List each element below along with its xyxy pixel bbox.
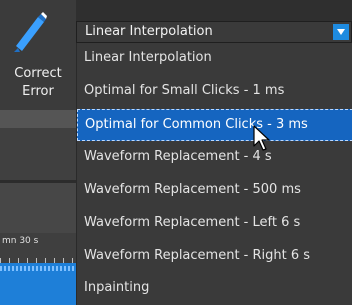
ruler-ticks <box>0 255 76 263</box>
panel-divider <box>0 110 76 128</box>
panel-section <box>0 183 76 233</box>
dropdown-option[interactable]: Optimal for Small Clicks - 1 ms <box>77 76 352 108</box>
dropdown-option[interactable]: Linear Interpolation <box>77 43 352 75</box>
dropdown-option[interactable]: Waveform Replacement - Right 6 s <box>77 241 352 273</box>
option-label: Waveform Replacement - 4 s <box>84 149 272 164</box>
pencil-icon <box>14 12 47 52</box>
dropdown-option[interactable]: Inpainting <box>77 273 352 305</box>
dropdown-option[interactable]: Waveform Replacement - 4 s <box>77 142 352 174</box>
chevron-down-icon[interactable] <box>333 24 349 40</box>
timeline-ruler[interactable]: mn 30 s <box>0 233 76 263</box>
option-label: Waveform Replacement - 500 ms <box>84 182 301 197</box>
option-label: Linear Interpolation <box>84 50 212 65</box>
mouse-cursor-icon <box>253 125 270 151</box>
panel-section <box>0 128 76 180</box>
tool-panel: Correct Error mn 30 s <box>0 0 76 305</box>
tool-label-line2: Error <box>22 84 54 99</box>
tool-label-line1: Correct <box>14 66 62 81</box>
option-label: Waveform Replacement - Left 6 s <box>84 215 301 230</box>
combobox-value: Linear Interpolation <box>85 24 213 39</box>
option-label: Inpainting <box>84 280 150 295</box>
correct-error-button[interactable]: Correct Error <box>0 0 76 110</box>
option-label: Waveform Replacement - Right 6 s <box>84 248 311 263</box>
method-combobox[interactable]: Linear Interpolation <box>76 21 352 43</box>
dropdown-option[interactable]: Waveform Replacement - Left 6 s <box>77 208 352 240</box>
method-dropdown-list: Linear Interpolation Optimal for Small C… <box>76 43 352 305</box>
dropdown-option[interactable]: Waveform Replacement - 500 ms <box>77 175 352 207</box>
waveform-area[interactable] <box>0 263 76 305</box>
option-label: Optimal for Common Clicks - 3 ms <box>85 117 308 132</box>
option-label: Optimal for Small Clicks - 1 ms <box>84 83 285 98</box>
dropdown-option-highlighted[interactable]: Optimal for Common Clicks - 3 ms <box>77 109 352 141</box>
timeline-label: mn 30 s <box>2 236 39 246</box>
